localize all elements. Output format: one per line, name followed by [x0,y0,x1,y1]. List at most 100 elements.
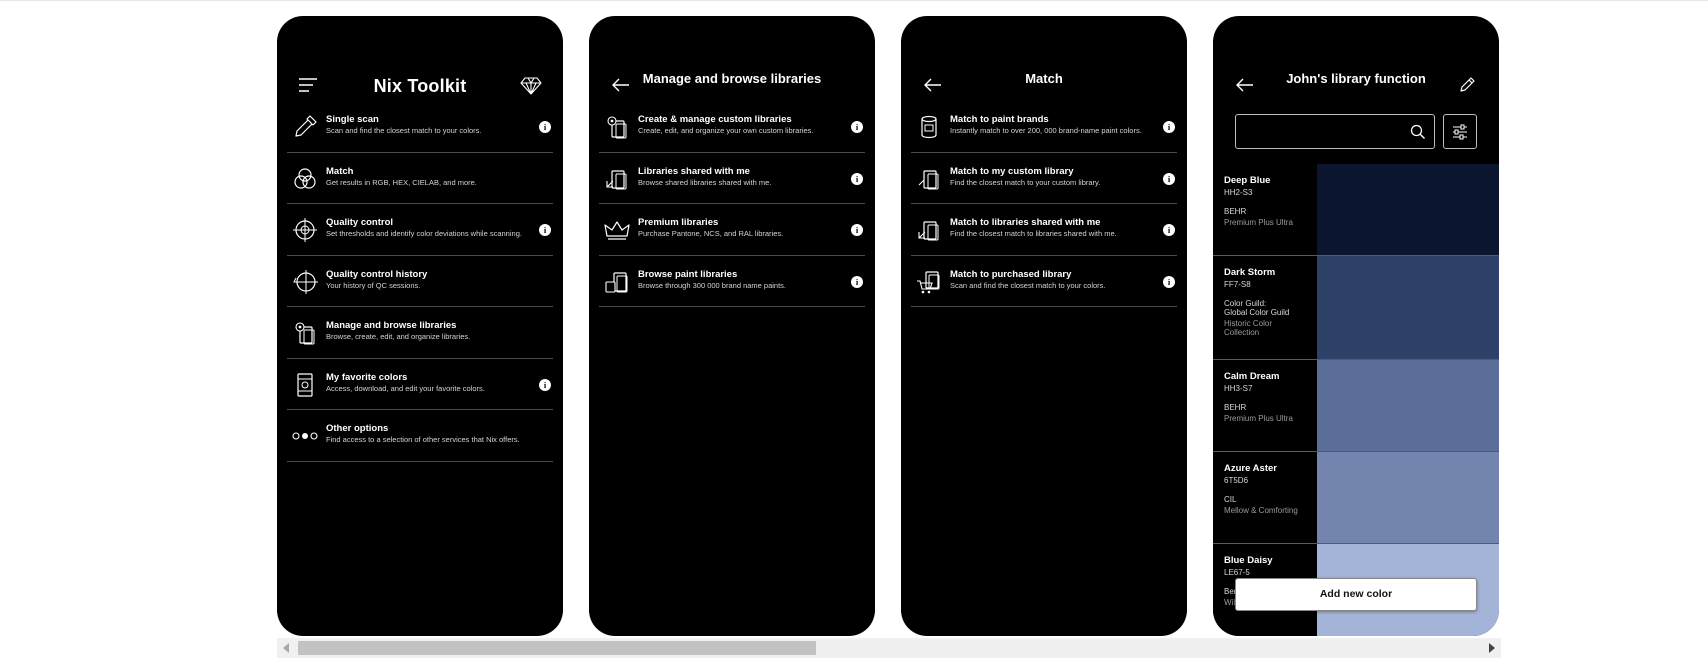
search-icon[interactable] [1410,124,1426,140]
pencil-icon[interactable] [1455,74,1479,96]
info-icon[interactable]: i [539,378,551,391]
scroll-left-icon[interactable] [283,643,289,653]
menu-item-text: Quality control history Your history of Q… [326,269,523,291]
color-brand: BEHR [1224,403,1247,412]
menu-item-title: Libraries shared with me [638,165,750,177]
color-info: Calm Dream HH3-S7 BEHR Premium Plus Ultra [1213,360,1317,451]
color-name: Blue Daisy [1224,555,1273,566]
color-swatch[interactable] [1317,256,1499,359]
info-icon[interactable]: i [851,121,863,133]
menu-item[interactable]: Manage and browse libraries Browse, creat… [287,307,553,359]
color-circles-icon [291,165,319,193]
menu-item-title: Quality control [326,217,394,228]
info-icon[interactable]: i [539,224,551,236]
screen-match: Match Match to paint brands Instantly mat… [901,16,1187,636]
color-row[interactable]: Azure Aster 6T5D6 CIL Mellow & Comforting [1213,452,1499,544]
menu-item-description: Scan and find the closest match to your … [326,126,482,135]
menu-item-title: Match to paint brands [950,114,1049,125]
color-collection: Premium Plus Ultra [1224,414,1293,423]
menu-item-text: Manage and browse libraries Browse, creat… [326,320,523,342]
menu-item[interactable]: Quality control Set thresholds and identi… [287,204,553,256]
menu-item-description: Find the closest match to libraries shar… [950,229,1117,238]
color-swatch[interactable] [1317,164,1499,255]
menu-item[interactable]: Match to purchased library Scan and find … [911,256,1177,307]
screen-nix-toolkit: Nix Toolkit Single scan Scan and find the… [277,16,563,636]
color-info: Deep Blue HH2-S3 BEHR Premium Plus Ultra [1213,164,1317,255]
menu-item-description: Get results in RGB, HEX, CIELAB, and mor… [326,177,477,187]
color-row[interactable]: Calm Dream HH3-S7 BEHR Premium Plus Ultra [1213,360,1499,452]
info-icon[interactable]: i [1163,121,1175,133]
color-name: Dark Storm [1224,267,1276,278]
info-icon[interactable]: i [851,224,863,236]
menu-item[interactable]: Quality control history Your history of Q… [287,256,553,307]
menu-item-title: My favorite colors [326,371,408,383]
menu-item-title: Match to purchased library [950,268,1072,280]
color-list: Deep Blue HH2-S3 BEHR Premium Plus Ultra Dar… [1213,164,1499,636]
color-code: HH3-S7 [1224,384,1253,393]
search-box [1235,114,1435,149]
custom-library-icon [915,165,943,193]
eyedropper-icon [291,113,319,141]
filter-button[interactable] [1443,114,1477,149]
menu-item-description: Browse shared libraries shared with me. [638,177,772,187]
menu-item-title: Single scan [326,114,379,125]
menu-item[interactable]: Match to paint brands Instantly match to … [911,101,1177,153]
menu-item[interactable]: Browse paint libraries Browse through 300… [599,256,865,307]
menu-item-title: Quality control history [326,268,428,280]
scrollbar-thumb[interactable] [298,641,816,655]
shared-library-icon [915,216,943,244]
add-new-color-button[interactable]: Add new color [1235,578,1477,611]
info-icon[interactable]: i [539,121,551,133]
menu-item-title: Create & manage custom libraries [638,114,792,125]
color-swatch[interactable] [1317,360,1499,451]
page-title: Manage and browse libraries [642,71,822,86]
menu-item[interactable]: Create & manage custom libraries Create, … [599,101,865,153]
search-row [1235,114,1477,149]
diamond-icon[interactable] [519,74,543,96]
menu-item-text: Browse paint libraries Browse through 300… [638,269,835,291]
menu-item-text: Create & manage custom libraries Create, … [638,114,835,136]
menu-item-description: Purchase Pantone, NCS, and RAL libraries… [638,229,784,238]
color-brand: Color Guild: Global Color Guild [1224,299,1290,317]
search-input[interactable] [1242,119,1402,143]
color-name: Azure Aster [1224,463,1277,474]
color-code: HH2-S3 [1224,188,1253,197]
menu-item-title: Other options [326,423,389,434]
menu-item[interactable]: Other options Find access to a selection … [287,410,553,462]
paint-can-icon [915,113,943,141]
color-name: Deep Blue [1224,175,1271,186]
color-brand: BEHR [1224,207,1247,216]
menu-item-text: Single scan Scan and find the closest mat… [326,114,523,136]
menu-item[interactable]: Match to libraries shared with me Find th… [911,204,1177,256]
info-icon[interactable]: i [851,275,863,288]
color-swatch[interactable] [1317,452,1499,543]
info-icon[interactable]: i [1163,172,1175,185]
menu-item-description: Find the closest match to your custom li… [950,177,1101,187]
info-icon[interactable]: i [851,172,863,185]
menu-item-text: Match to purchased library Scan and find … [950,269,1147,291]
sliders-icon [1453,124,1467,140]
menu-item[interactable]: Libraries shared with me Browse shared li… [599,153,865,204]
screen-manage-libraries: Manage and browse libraries Create & man… [589,16,875,636]
menu-item[interactable]: Single scan Scan and find the closest mat… [287,101,553,153]
menu-item-description: Find access to a selection of other serv… [326,435,520,444]
menu-item-title: Match to libraries shared with me [950,217,1101,228]
menu-item-title: Premium libraries [638,217,719,228]
color-row[interactable]: Deep Blue HH2-S3 BEHR Premium Plus Ultra [1213,164,1499,256]
paint-library-icon [603,268,631,296]
screen-library-detail: John's library function Deep Blue HH2-S3 B… [1213,16,1499,636]
color-name: Calm Dream [1224,371,1280,382]
main-menu: Single scan Scan and find the closest mat… [287,101,553,462]
menu-item[interactable]: Match Get results in RGB, HEX, CIELAB, an… [287,153,553,204]
info-icon[interactable]: i [1163,275,1175,288]
color-row[interactable]: Dark Storm FF7-S8 Color Guild: Global Colo… [1213,256,1499,360]
menu-item-description: Set thresholds and identify color deviat… [326,229,522,238]
menu-item[interactable]: My favorite colors Access, download, and … [287,359,553,410]
scroll-right-icon[interactable] [1489,643,1495,653]
cart-library-icon [915,268,943,296]
menu-item[interactable]: Premium libraries Purchase Pantone, NCS, … [599,204,865,256]
horizontal-scrollbar[interactable] [277,638,1501,658]
color-info: Dark Storm FF7-S8 Color Guild: Global Colo… [1213,256,1317,359]
menu-item[interactable]: Match to my custom library Find the close… [911,153,1177,204]
info-icon[interactable]: i [1163,224,1175,236]
